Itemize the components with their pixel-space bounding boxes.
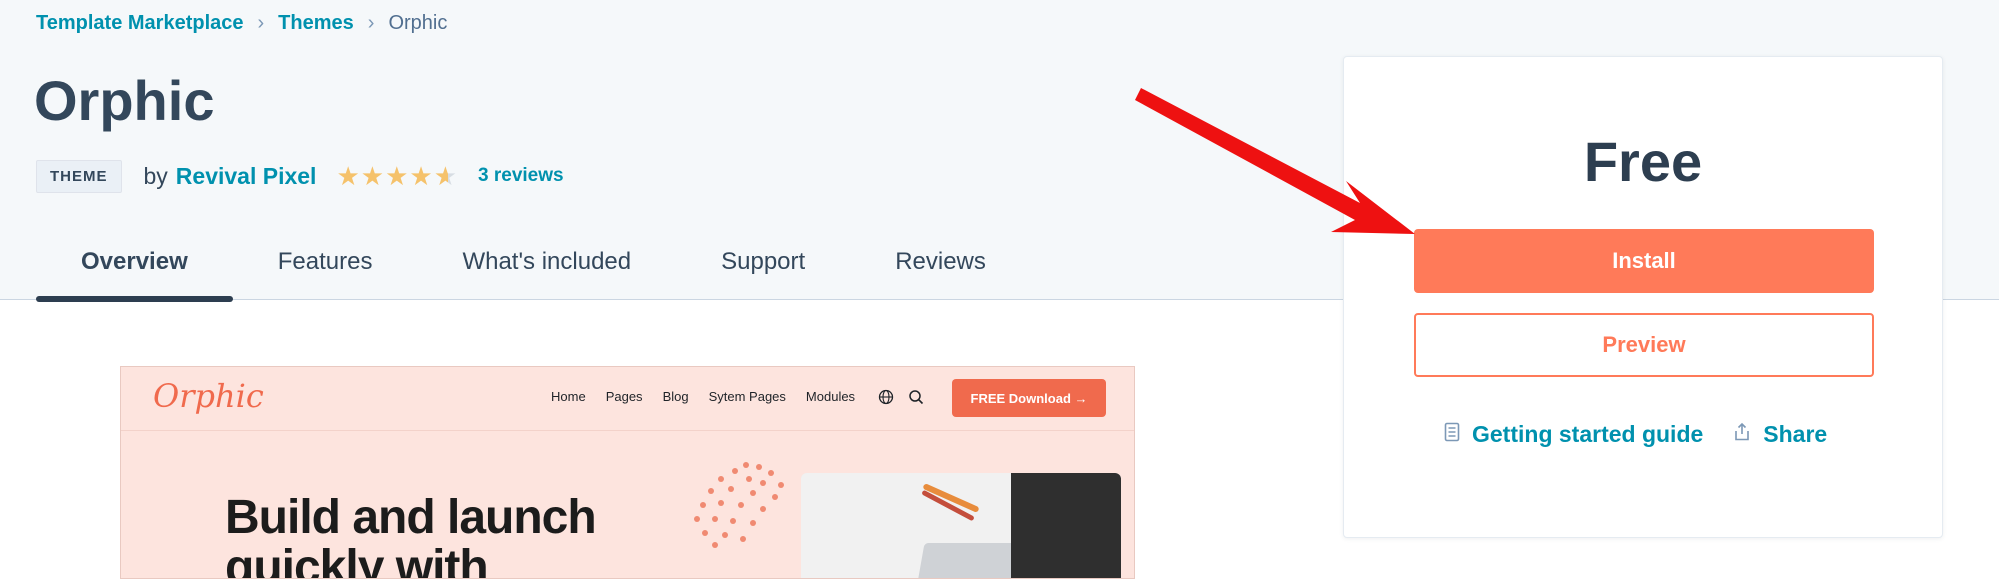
breadcrumb: Template Marketplace › Themes › Orphic (36, 10, 447, 36)
tab-overview[interactable]: Overview (36, 240, 233, 302)
decorative-dots (694, 462, 784, 548)
preview-button[interactable]: Preview (1414, 313, 1874, 377)
tab-features[interactable]: Features (233, 240, 418, 300)
meta-row: THEME by Revival Pixel ★ ★ ★ ★ ★ 3 revie… (36, 158, 564, 194)
preview-hero-heading: Build and launch quickly with (225, 491, 597, 579)
star-rating: ★ ★ ★ ★ ★ (336, 163, 458, 189)
tab-reviews[interactable]: Reviews (850, 240, 1031, 300)
theme-preview-image: Orphic Home Pages Blog Sytem Pages Modul… (120, 366, 1135, 579)
document-icon (1444, 422, 1460, 448)
getting-started-guide-link[interactable]: Getting started guide (1444, 421, 1703, 448)
share-link[interactable]: Share (1733, 421, 1827, 448)
tab-support[interactable]: Support (676, 240, 850, 300)
preview-navbar: Orphic Home Pages Blog Sytem Pages Modul… (121, 367, 1134, 431)
page-title: Orphic (34, 69, 215, 132)
preview-download-button: FREE Download → (952, 379, 1106, 417)
tab-whats-included[interactable]: What's included (417, 240, 676, 300)
search-icon (908, 389, 924, 410)
star-icon: ★ (409, 161, 433, 191)
getting-started-guide-label: Getting started guide (1472, 421, 1704, 447)
star-icon: ★ (336, 161, 360, 191)
preview-hero-photo (801, 473, 1121, 578)
half-star-icon: ★ (433, 161, 458, 191)
tab-bar: Overview Features What's included Suppor… (36, 240, 1031, 302)
preview-menu-item: Pages (605, 389, 643, 404)
preview-menu-item: Home (551, 389, 586, 404)
preview-logo: Orphic (153, 377, 264, 415)
preview-hero-line: Build and launch (225, 491, 597, 544)
breadcrumb-current: Orphic (388, 11, 448, 34)
chevron-right-icon: › (367, 11, 375, 34)
star-icon: ★ (360, 161, 385, 191)
price-label: Free (1583, 130, 1703, 193)
preview-menu-item: Sytem Pages (708, 389, 786, 404)
install-button[interactable]: Install (1414, 229, 1874, 293)
globe-icon (878, 389, 894, 410)
breadcrumb-link-template-marketplace[interactable]: Template Marketplace (36, 12, 244, 35)
chevron-right-icon: › (257, 11, 265, 34)
preview-hero-line: quickly with (225, 541, 489, 579)
theme-tag: THEME (36, 159, 122, 193)
breadcrumb-link-themes[interactable]: Themes (278, 12, 354, 35)
author-link[interactable]: Revival Pixel (176, 163, 317, 190)
share-label: Share (1763, 421, 1828, 447)
share-icon (1733, 422, 1751, 448)
card-links: Getting started guide Share (1444, 421, 1827, 448)
reviews-link[interactable]: 3 reviews (478, 165, 564, 187)
by-label: by (143, 162, 168, 189)
preview-menu-item: Blog (662, 389, 689, 404)
star-icon: ★ (385, 161, 409, 191)
preview-menu-item: Modules (805, 389, 856, 404)
preview-menu: Home Pages Blog Sytem Pages Modules (551, 389, 875, 404)
pricing-card: Free Install Preview Getting started gui… (1343, 56, 1943, 538)
